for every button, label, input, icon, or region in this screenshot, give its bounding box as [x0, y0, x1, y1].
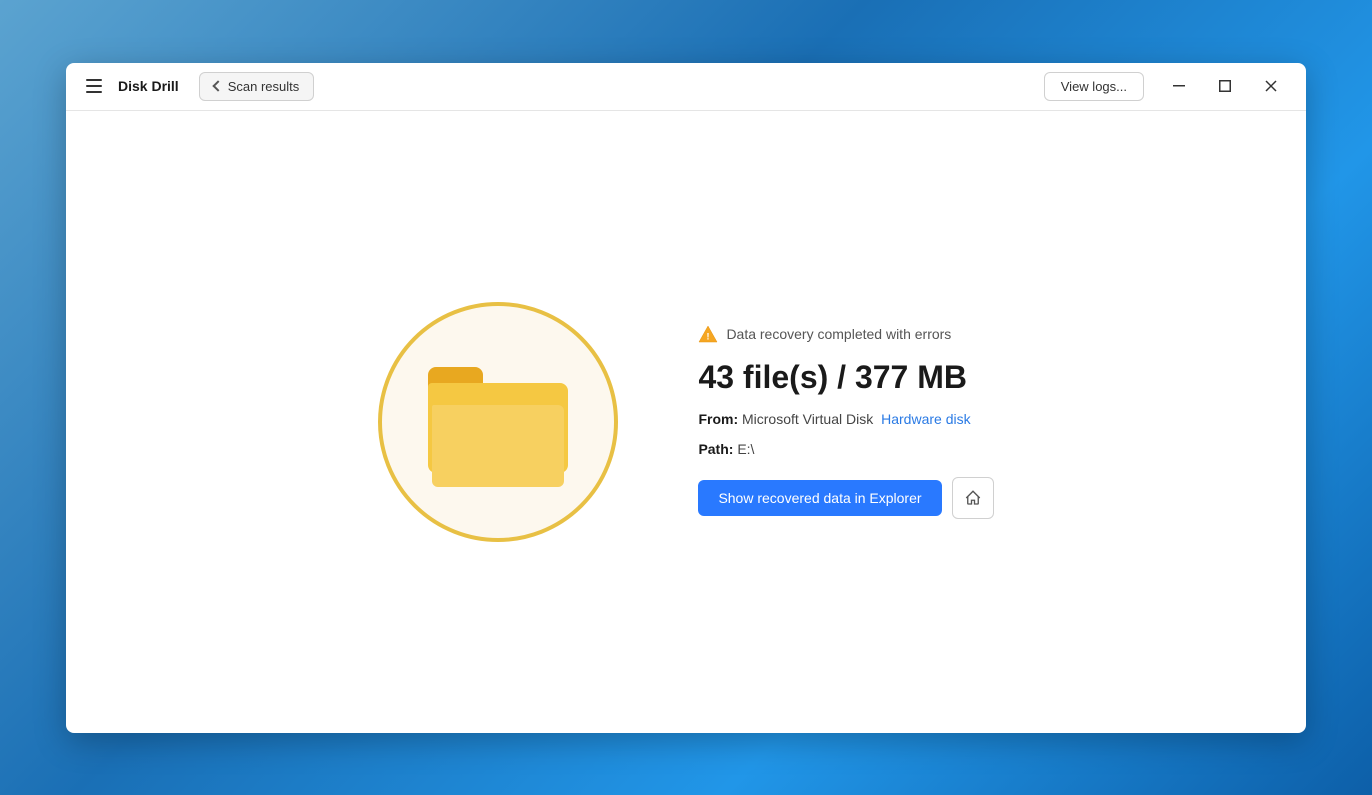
- folder-icon: [428, 367, 568, 477]
- app-window: Disk Drill Scan results View logs...: [66, 63, 1306, 733]
- status-row: ! Data recovery completed with errors: [698, 324, 993, 344]
- svg-text:!: !: [707, 332, 710, 342]
- home-button[interactable]: [952, 477, 994, 519]
- back-button[interactable]: Scan results: [199, 72, 315, 101]
- recovery-count: 43 file(s) / 377 MB: [698, 358, 993, 396]
- close-icon: [1265, 80, 1277, 92]
- menu-button[interactable]: [78, 70, 110, 102]
- hardware-disk-link[interactable]: Hardware disk: [881, 411, 970, 427]
- from-row: From: Microsoft Virtual Disk Hardware di…: [698, 411, 993, 427]
- show-explorer-button[interactable]: Show recovered data in Explorer: [698, 480, 941, 516]
- maximize-button[interactable]: [1202, 70, 1248, 102]
- view-logs-button[interactable]: View logs...: [1044, 72, 1144, 101]
- main-content: ! Data recovery completed with errors 43…: [66, 111, 1306, 733]
- result-panel: ! Data recovery completed with errors 43…: [698, 324, 993, 518]
- window-controls: [1156, 70, 1294, 102]
- warning-icon: !: [698, 324, 718, 344]
- minimize-button[interactable]: [1156, 70, 1202, 102]
- chevron-left-icon: [212, 80, 223, 91]
- from-label: From:: [698, 411, 738, 427]
- close-button[interactable]: [1248, 70, 1294, 102]
- path-row: Path: E:\: [698, 441, 993, 457]
- actions-row: Show recovered data in Explorer: [698, 477, 993, 519]
- path-label: Path:: [698, 441, 733, 457]
- titlebar: Disk Drill Scan results View logs...: [66, 63, 1306, 111]
- folder-illustration: [378, 302, 618, 542]
- folder-body: [428, 383, 568, 473]
- folder-body-inner: [432, 405, 564, 487]
- maximize-icon: [1219, 80, 1231, 92]
- minimize-icon: [1173, 85, 1185, 87]
- app-title: Disk Drill: [118, 78, 179, 94]
- status-text: Data recovery completed with errors: [726, 326, 951, 342]
- home-icon: [964, 489, 982, 507]
